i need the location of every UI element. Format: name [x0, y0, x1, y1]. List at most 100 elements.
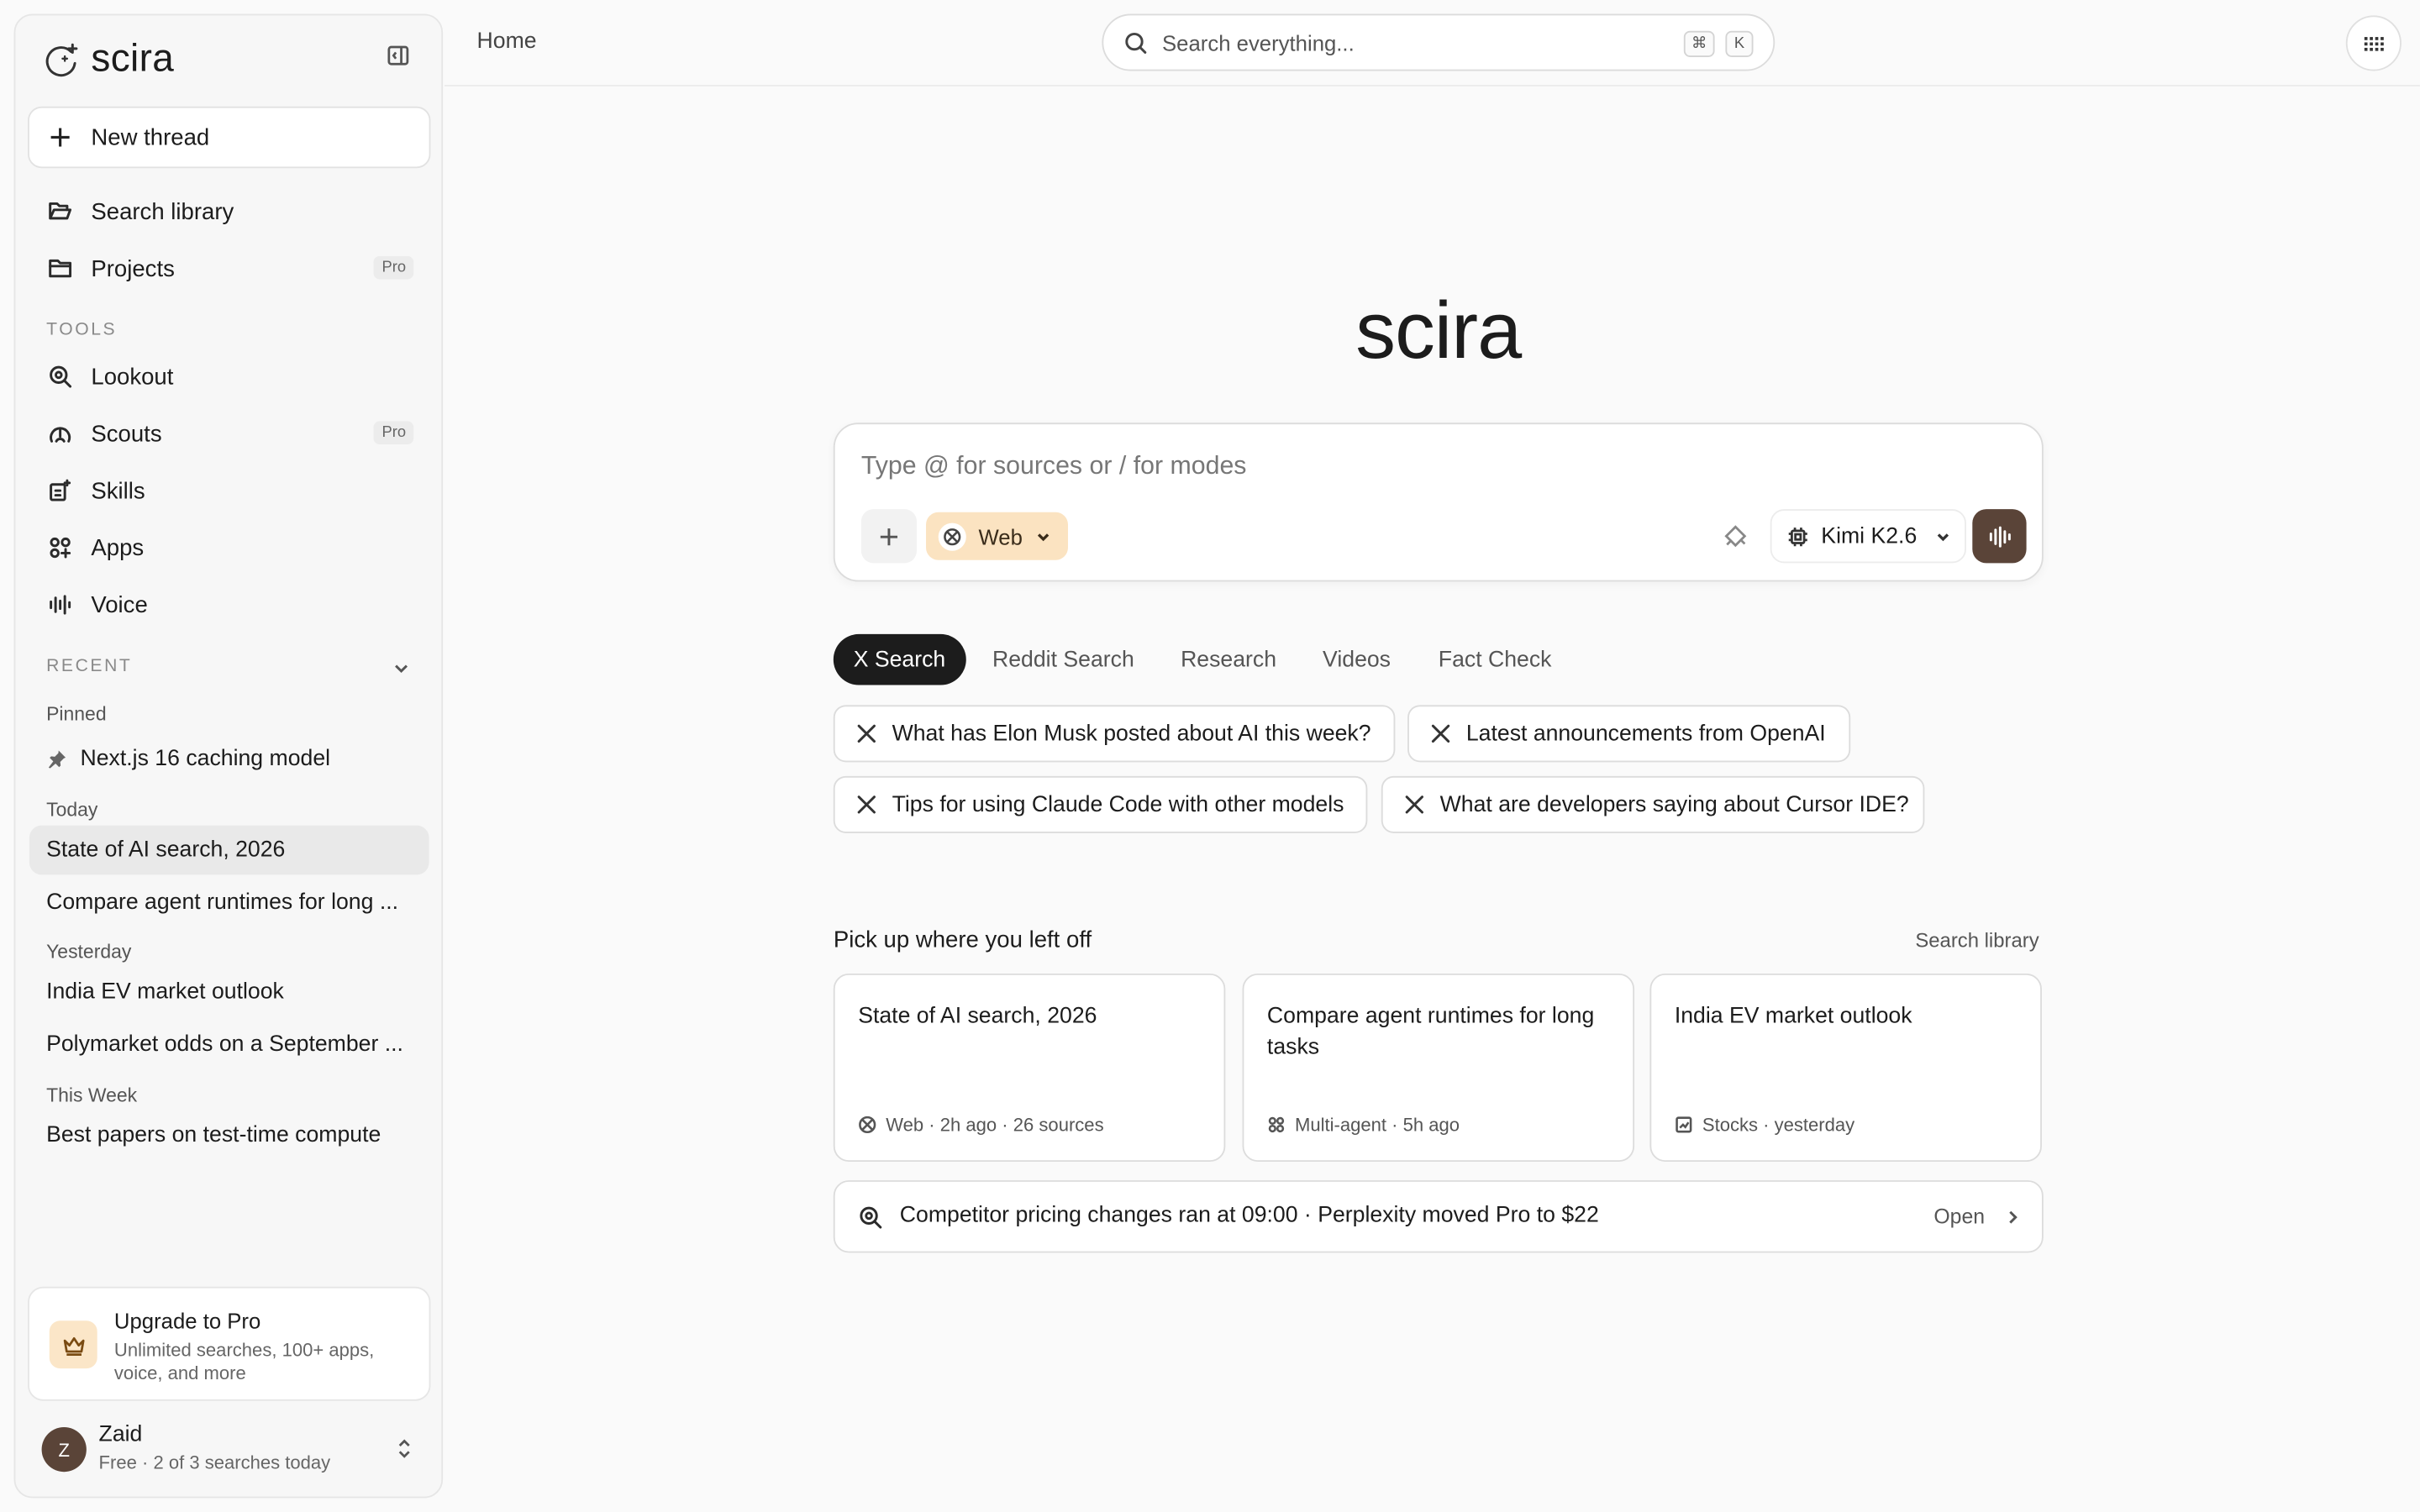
recent-thread-card[interactable]: State of AI search, 2026 Web · 2h ago · … — [833, 973, 1226, 1163]
waveform-icon — [1988, 525, 2010, 547]
card-title: State of AI search, 2026 — [858, 1004, 1097, 1030]
continue-section-title: Pick up where you left off — [833, 927, 1092, 954]
recent-item[interactable]: India EV market outlook — [29, 968, 429, 1017]
sidebar-item-apps[interactable]: Apps — [28, 523, 430, 573]
user-menu[interactable]: Z Zaid Free · 2 of 3 searches today — [28, 1420, 430, 1481]
x-logo-icon — [1404, 795, 1424, 815]
brand[interactable]: scira — [42, 37, 175, 81]
sidebar-item-label: Voice — [91, 591, 148, 618]
scira-logo-icon — [42, 39, 82, 80]
globe-icon — [938, 522, 966, 550]
search-library-link[interactable]: Search library — [1915, 929, 2039, 953]
breadcrumb[interactable]: Home — [477, 29, 537, 54]
card-title: India EV market outlook — [1674, 1004, 1912, 1030]
chevron-down-icon — [1935, 528, 1950, 543]
globe-icon — [858, 1116, 876, 1134]
shortcut-key-k: K — [1725, 30, 1754, 57]
sidebar-item-label: Projects — [91, 255, 175, 282]
chevron-down-icon — [1035, 528, 1050, 543]
recent-item-label: Next.js 16 caching model — [80, 746, 331, 772]
card-meta-text: Multi-agent · 5h ago — [1294, 1114, 1460, 1136]
card-title: Compare agent runtimes for long tasks — [1266, 1004, 1595, 1060]
plus-icon — [48, 125, 72, 150]
radar-icon — [48, 421, 72, 445]
chart-icon — [1675, 1116, 1693, 1134]
skills-icon — [48, 478, 72, 502]
shortcut-key-cmd: ⌘ — [1683, 30, 1715, 57]
chevron-up-down-icon[interactable] — [393, 1436, 415, 1461]
card-meta: Multi-agent · 5h ago — [1267, 1114, 1460, 1136]
x-logo-icon — [856, 723, 876, 743]
folder-open-icon — [48, 199, 72, 223]
pin-icon — [48, 750, 66, 769]
recent-thread-card[interactable]: India EV market outlook Stocks · yesterd… — [1649, 973, 2042, 1163]
sidebar: scira New thread Search library Projects… — [13, 13, 444, 1499]
yesterday-group-label: Yesterday — [46, 941, 132, 963]
sidebar-item-lookout[interactable]: Lookout — [28, 352, 430, 402]
x-logo-icon — [856, 795, 876, 815]
upgrade-card[interactable]: Upgrade to Pro Unlimited searches, 100+ … — [28, 1286, 431, 1401]
crown-icon — [49, 1320, 97, 1369]
sidebar-item-search-library[interactable]: Search library — [28, 186, 430, 236]
card-meta-text: Stocks · yesterday — [1702, 1114, 1855, 1136]
tab-research[interactable]: Research — [1160, 634, 1297, 685]
recent-thread-card[interactable]: Compare agent runtimes for long tasks Mu… — [1242, 973, 1635, 1163]
sidebar-item-scouts[interactable]: Scouts Pro — [28, 409, 430, 459]
recent-item[interactable]: State of AI search, 2026 — [29, 825, 429, 875]
voice-button[interactable] — [1972, 509, 2027, 564]
lookout-open-link[interactable]: Open — [1933, 1205, 1985, 1228]
lookout-banner[interactable]: Competitor pricing changes ran at 09:00 … — [833, 1180, 2044, 1253]
avatar: Z — [41, 1426, 87, 1473]
tab-fact-check[interactable]: Fact Check — [1418, 634, 1571, 685]
composer: Web Kimi K2.6 — [833, 423, 2044, 582]
source-selector[interactable]: Web — [926, 512, 1068, 560]
model-label: Kimi K2.6 — [1821, 523, 1918, 549]
sidebar-item-projects[interactable]: Projects Pro — [28, 244, 430, 293]
suggestion-chip[interactable]: Latest announcements from OpenAI — [1407, 705, 1851, 763]
card-meta: Web · 2h ago · 26 sources — [858, 1114, 1104, 1136]
recent-item[interactable]: Best papers on test-time compute — [29, 1110, 429, 1160]
suggestion-chip[interactable]: Tips for using Claude Code with other mo… — [833, 775, 1368, 833]
today-group-label: Today — [46, 799, 98, 822]
recent-item[interactable]: Compare agent runtimes for long ... — [29, 878, 429, 927]
search-zoom-icon — [858, 1205, 882, 1229]
global-search-input[interactable]: Search everything... ⌘ K — [1102, 13, 1776, 71]
suggestion-text: What are developers saying about Cursor … — [1439, 792, 1909, 817]
pro-badge: Pro — [374, 255, 414, 280]
sidebar-item-voice[interactable]: Voice — [28, 580, 430, 630]
suggestion-text: What has Elon Musk posted about AI this … — [892, 721, 1371, 747]
sidebar-item-skills[interactable]: Skills — [28, 466, 430, 516]
recent-item[interactable]: Polymarket odds on a September ... — [29, 1020, 429, 1069]
app-root: scira New thread Search library Projects… — [0, 0, 2420, 1512]
upgrade-title: Upgrade to Pro — [113, 1308, 261, 1333]
auto-mode-icon[interactable] — [1723, 523, 1749, 549]
chevron-down-icon[interactable] — [391, 657, 413, 679]
attach-button[interactable] — [860, 509, 917, 564]
chevron-right-icon — [2005, 1208, 2020, 1226]
suggestion-chip[interactable]: What has Elon Musk posted about AI this … — [833, 705, 1396, 763]
suggestion-text: Latest announcements from OpenAI — [1465, 721, 1826, 747]
brand-name: scira — [91, 37, 175, 81]
recent-item-pinned[interactable]: Next.js 16 caching model — [29, 734, 429, 784]
tab-videos[interactable]: Videos — [1302, 634, 1411, 685]
this-week-group-label: This Week — [46, 1084, 138, 1106]
composer-input[interactable] — [860, 452, 1942, 482]
sidebar-item-label: Scouts — [91, 420, 162, 447]
suggestion-chip[interactable]: What are developers saying about Cursor … — [1381, 775, 1925, 833]
new-thread-button[interactable]: New thread — [28, 106, 431, 169]
apps-grid-icon[interactable] — [2345, 15, 2402, 71]
upgrade-description: Unlimited searches, 100+ apps, voice, an… — [113, 1339, 375, 1384]
multi-agent-icon — [1267, 1116, 1286, 1134]
tools-section-label: TOOLS — [46, 321, 118, 340]
collapse-sidebar-icon[interactable] — [386, 43, 413, 71]
user-plan: Free · 2 of 3 searches today — [98, 1452, 331, 1474]
sidebar-item-label: Skills — [91, 477, 145, 504]
sidebar-item-label: Lookout — [91, 363, 174, 390]
hero-title: scira — [1355, 286, 1522, 377]
search-icon — [1123, 30, 1148, 55]
tab-reddit-search[interactable]: Reddit Search — [972, 634, 1155, 685]
model-selector[interactable]: Kimi K2.6 — [1770, 509, 1966, 564]
global-search-placeholder: Search everything... — [1162, 29, 1355, 55]
tab-x-search[interactable]: X Search — [833, 633, 966, 685]
sidebar-item-label: Apps — [91, 534, 145, 561]
